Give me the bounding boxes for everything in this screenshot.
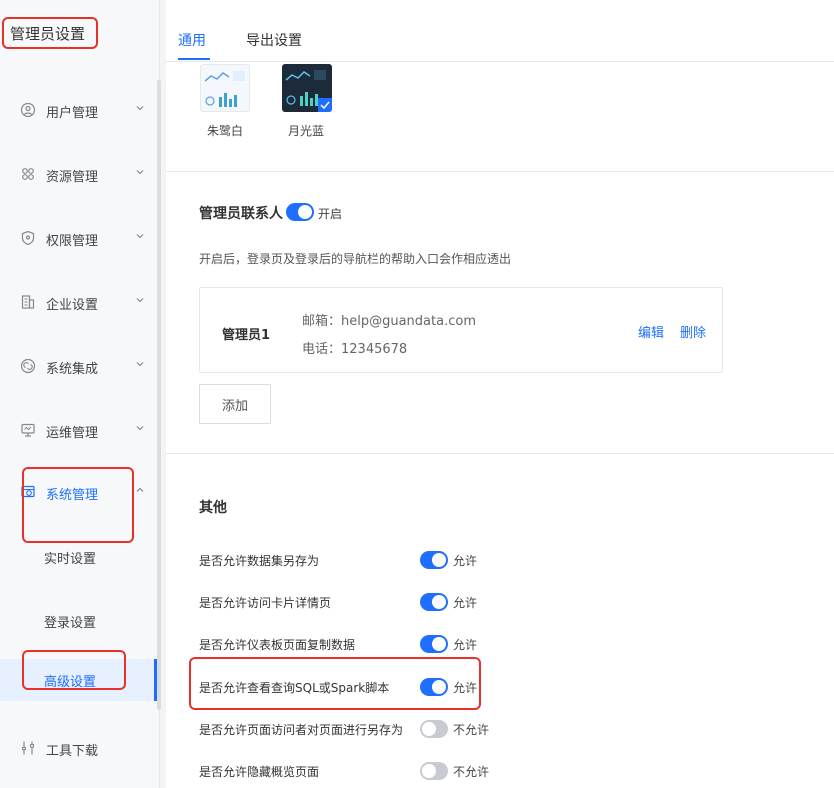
menu-item-label: 工具下载	[46, 744, 99, 759]
setting-label: 是否允许页面访问者对页面进行另存为	[199, 723, 404, 737]
menu-item-system-management[interactable]: 系统管理	[0, 472, 157, 512]
menu-item-label: 系统管理	[46, 488, 99, 503]
chevron-down-icon	[136, 362, 144, 367]
menu-item-resource-management[interactable]: 资源管理	[0, 154, 157, 194]
tab-general[interactable]: 通用	[178, 30, 206, 50]
setting-toggle-dataset-save-as[interactable]	[420, 551, 448, 569]
system-settings-icon	[21, 485, 35, 498]
chevron-up-icon	[136, 487, 144, 492]
menu-item-enterprise-settings[interactable]: 企业设置	[0, 282, 157, 322]
chevron-down-icon	[136, 234, 144, 239]
menu-item-label: 运维管理	[46, 426, 99, 441]
other-section-title: 其他	[199, 500, 227, 516]
tab-bar: 通用 导出设置	[166, 0, 834, 62]
sidebar: 管理员设置 用户管理 资源管理 权限管理 企业设置 系统集成 运维管理 系统管理…	[0, 0, 161, 788]
contact-toggle-label: 开启	[318, 207, 343, 221]
delete-link[interactable]: 删除	[680, 322, 706, 341]
setting-label: 是否允许访问卡片详情页	[199, 596, 332, 610]
setting-toggle-hide-overview[interactable]	[420, 762, 448, 780]
setting-label: 是否允许仪表板页面复制数据	[199, 638, 356, 652]
menu-item-user-management[interactable]: 用户管理	[0, 90, 157, 130]
theme-label: 朱鹭白	[207, 124, 244, 138]
setting-toggle-dashboard-copy[interactable]	[420, 635, 448, 653]
menu-item-label: 系统集成	[46, 362, 99, 377]
setting-toggle-card-detail[interactable]	[420, 593, 448, 611]
setting-toggle-visitor-save-as[interactable]	[420, 720, 448, 738]
sidebar-scrollbar[interactable]	[157, 80, 161, 710]
contact-name: 管理员1	[222, 328, 271, 343]
building-icon	[21, 295, 35, 309]
section-divider	[166, 171, 834, 172]
section-divider	[166, 453, 834, 454]
setting-state: 允许	[453, 596, 478, 610]
chevron-down-icon	[136, 170, 144, 175]
menu-item-tool-download[interactable]: 工具下载	[0, 728, 157, 768]
setting-state: 允许	[453, 681, 478, 695]
theme-label: 月光蓝	[288, 124, 325, 138]
tab-export-settings[interactable]: 导出设置	[246, 30, 302, 50]
theme-preview-icon	[204, 71, 245, 107]
menu-item-label: 企业设置	[46, 298, 99, 313]
menu-item-system-integration[interactable]: 系统集成	[0, 346, 157, 386]
theme-card-ibis-white[interactable]	[200, 64, 250, 112]
menu-item-label: 权限管理	[46, 234, 99, 249]
chevron-down-icon	[136, 106, 144, 111]
active-tab-indicator	[178, 58, 210, 60]
chevron-down-icon	[136, 426, 144, 431]
contact-phone: 电话：12345678	[302, 342, 408, 357]
contact-email: 邮箱：help@guandata.com	[302, 314, 476, 329]
integration-icon	[20, 358, 36, 374]
user-circle-icon	[20, 102, 36, 118]
menu-item-label: 用户管理	[46, 106, 99, 121]
contact-toggle-switch[interactable]	[286, 203, 314, 221]
edit-link[interactable]: 编辑	[638, 322, 664, 341]
grid-icon	[22, 168, 34, 180]
contact-card: 管理员1 邮箱：help@guandata.com 电话：12345678 编辑…	[199, 287, 723, 373]
setting-label: 是否允许隐藏概览页面	[199, 765, 320, 779]
add-contact-button[interactable]: 添加	[199, 384, 271, 424]
tool-icon	[22, 741, 34, 755]
shield-icon	[21, 230, 35, 246]
theme-card-moonlight-blue[interactable]	[282, 64, 332, 112]
menu-item-label: 资源管理	[46, 170, 99, 185]
main-panel: 通用 导出设置 朱鹭白 月光蓝 管理员联系人 开启 开启后，登录页及登录后的导航…	[166, 0, 834, 788]
sidebar-title: 管理员设置	[10, 25, 86, 43]
sub-item-label: 高级设置	[44, 675, 97, 690]
selected-check-icon	[318, 98, 332, 112]
setting-state: 不允许	[453, 765, 490, 779]
sub-item-label: 实时设置	[44, 552, 97, 567]
menu-item-ops-management[interactable]: 运维管理	[0, 410, 157, 450]
sub-item-realtime-settings[interactable]: 实时设置	[0, 536, 157, 578]
setting-label: 是否允许数据集另存为	[199, 554, 320, 568]
setting-label: 是否允许查看查询SQL或Spark脚本	[199, 681, 390, 695]
chevron-down-icon	[136, 298, 144, 303]
menu-item-permission-management[interactable]: 权限管理	[0, 218, 157, 258]
contact-section-title: 管理员联系人	[199, 206, 283, 222]
setting-toggle-view-sql-spark[interactable]	[420, 678, 448, 696]
sub-item-login-settings[interactable]: 登录设置	[0, 600, 157, 642]
contact-hint: 开启后，登录页及登录后的导航栏的帮助入口会作相应透出	[199, 252, 512, 266]
setting-state: 允许	[453, 638, 478, 652]
monitor-icon	[21, 423, 35, 437]
sub-item-advanced-settings[interactable]: 高级设置	[0, 659, 157, 701]
setting-state: 不允许	[453, 723, 490, 737]
setting-state: 允许	[453, 554, 478, 568]
sub-item-label: 登录设置	[44, 616, 97, 631]
